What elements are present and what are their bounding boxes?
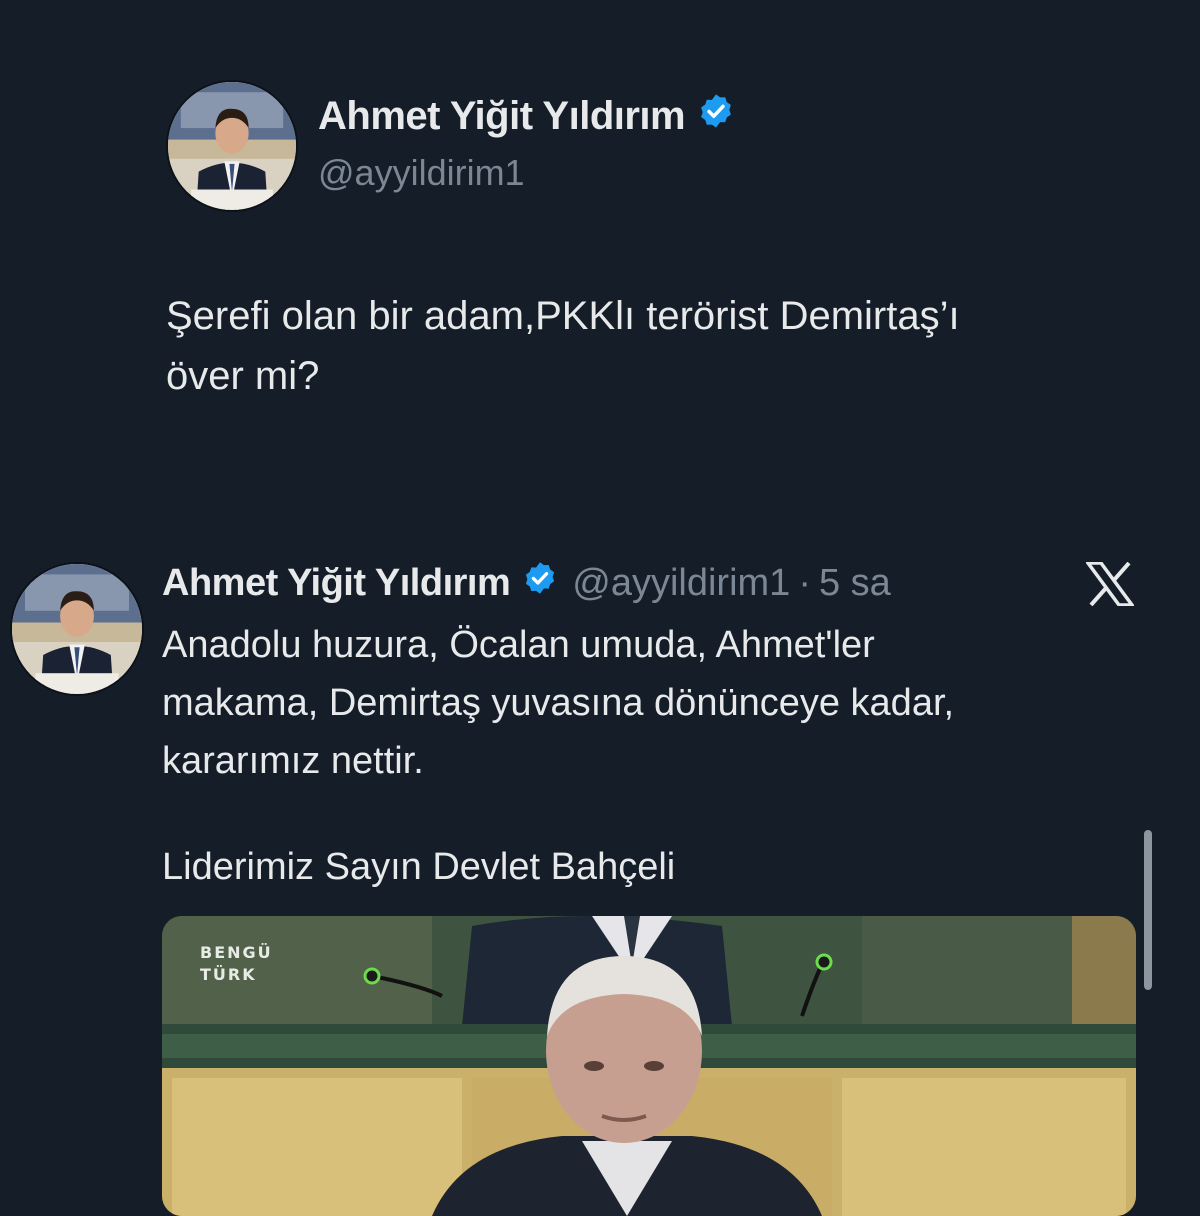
quoted-author-name[interactable]: Ahmet Yiğit Yıldırım	[162, 562, 511, 605]
quoted-author-handle[interactable]: @ayyildirim1	[572, 562, 790, 605]
quoted-post-header[interactable]: Ahmet Yiğit Yıldırım @ayyildirim1 · 5 sa	[162, 560, 891, 606]
scrollbar-thumb[interactable]	[1144, 830, 1152, 990]
quoted-text-line-4: Liderimiz Sayın Devlet Bahçeli	[162, 846, 676, 888]
author-handle[interactable]: @ayyildirim1	[318, 152, 525, 194]
post-text-line-2: över mi?	[166, 354, 320, 398]
post-timestamp[interactable]: 5 sa	[819, 562, 891, 605]
separator-dot: ·	[798, 561, 811, 604]
verified-badge-icon	[697, 92, 735, 140]
quoted-author-avatar-image	[12, 564, 142, 694]
quoted-text-line-3: kararımız nettir.	[162, 740, 424, 782]
post-text: Şerefi olan bir adam,PKKlı terörist Demi…	[166, 286, 1166, 406]
quoted-author-avatar[interactable]	[10, 562, 144, 696]
verified-badge-icon	[522, 560, 558, 606]
post-text-line-1: Şerefi olan bir adam,PKKlı terörist Demi…	[166, 294, 960, 338]
video-thumbnail[interactable]: BENGÜ TÜRK	[162, 916, 1136, 1216]
author-avatar-image	[168, 82, 296, 210]
author-name-row[interactable]: Ahmet Yiğit Yıldırım	[318, 92, 735, 140]
author-avatar[interactable]	[166, 80, 298, 212]
quoted-text-line-2: makama, Demirtaş yuvasına dönünceye kada…	[162, 682, 955, 724]
x-logo-icon[interactable]	[1084, 561, 1136, 607]
channel-logo: BENGÜ TÜRK	[200, 943, 273, 984]
video-frame-image	[162, 916, 1136, 1216]
quoted-post-text: Anadolu huzura, Öcalan umuda, Ahmet'ler …	[162, 616, 1122, 790]
author-name[interactable]: Ahmet Yiğit Yıldırım	[318, 94, 686, 139]
quoted-text-line-1: Anadolu huzura, Öcalan umuda, Ahmet'ler	[162, 624, 875, 666]
